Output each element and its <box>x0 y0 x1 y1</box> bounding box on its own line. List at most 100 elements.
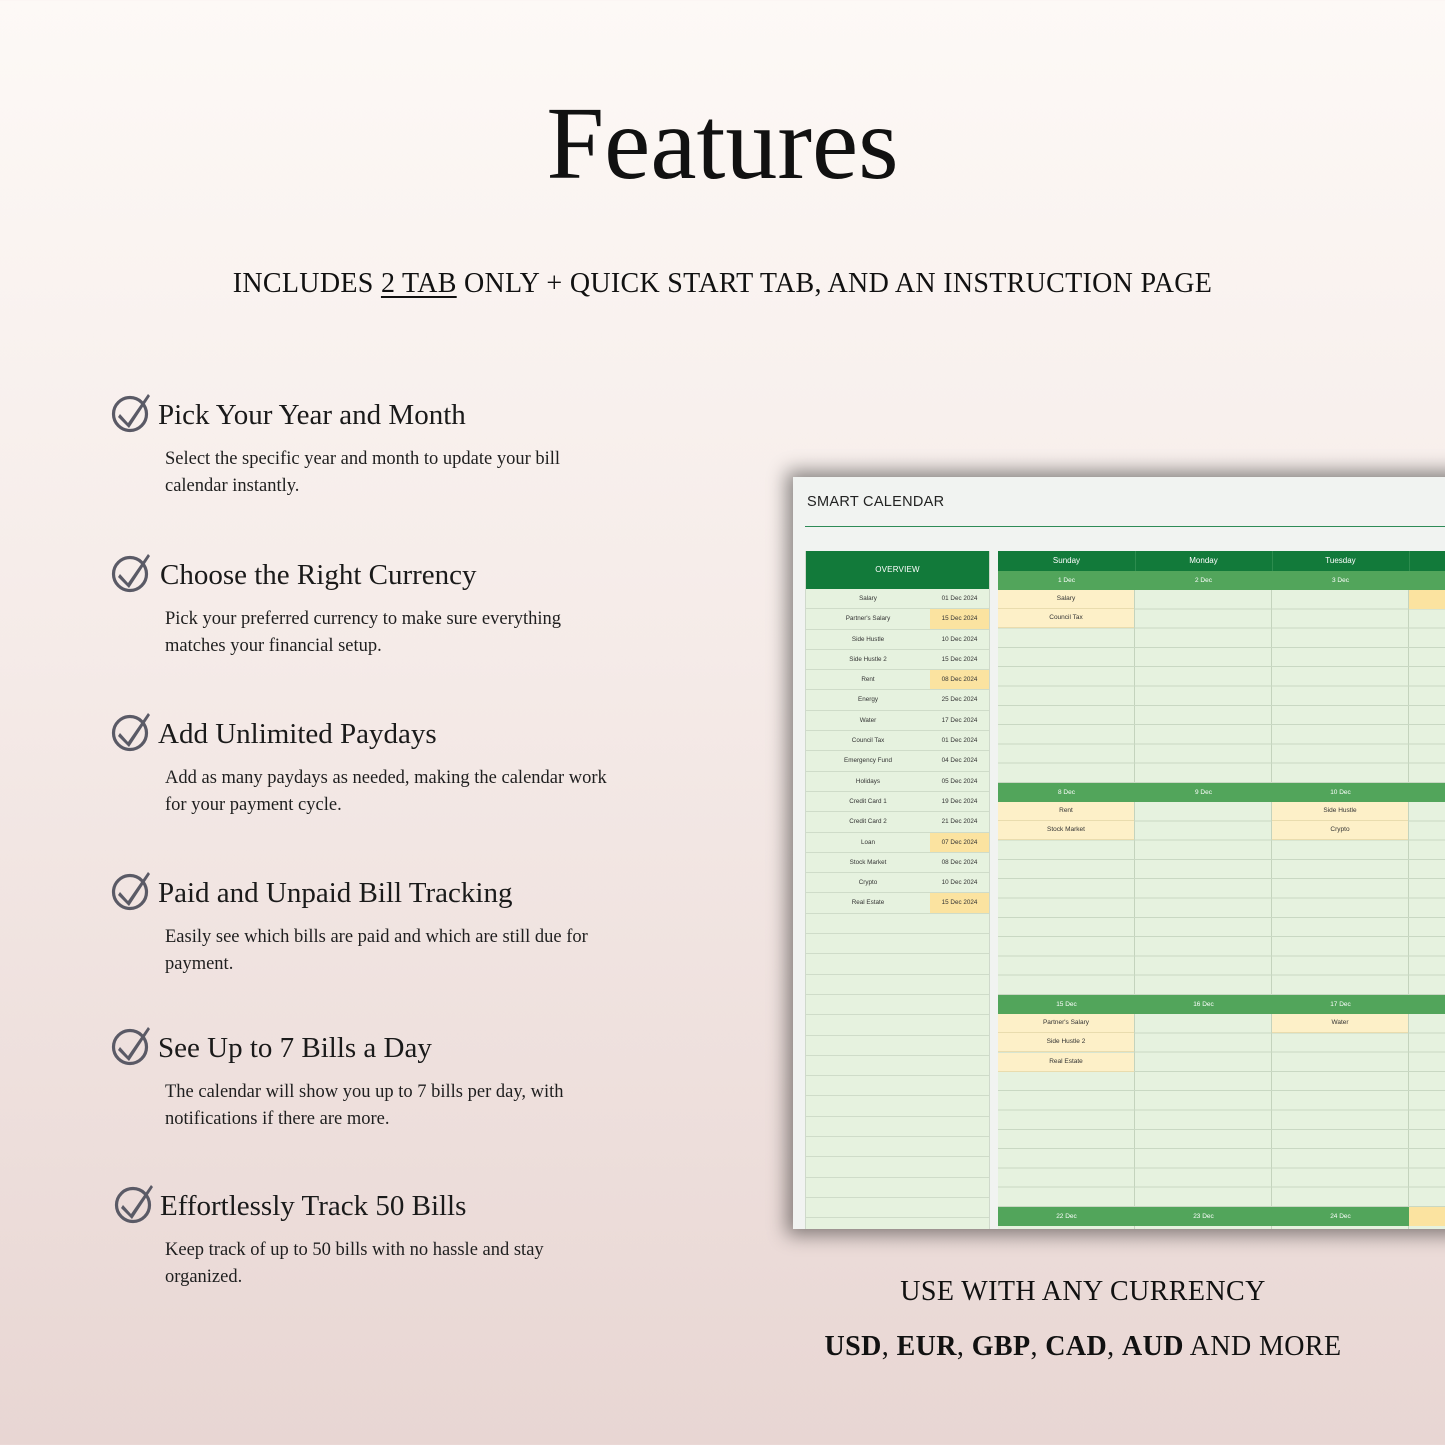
overview-row: Partner's Salary 15 Dec 2024 <box>806 609 989 630</box>
check-mark-icon <box>111 872 150 911</box>
overview-empty-row <box>806 1198 989 1219</box>
currency-codes: USD, EUR, GBP, CAD, AUD AND MORE <box>793 1331 1373 1363</box>
overview-bill-name: Side Hustle <box>851 635 885 643</box>
overview-bill-date: 04 Dec 2024 <box>941 757 978 765</box>
feature-item: See Up to 7 Bills a Day The calendar wil… <box>110 1027 630 1133</box>
overview-row: Holidays 05 Dec 2024 <box>806 772 989 792</box>
page-subtitle: INCLUDES 2 TAB ONLY + QUICK START TAB, A… <box>0 268 1445 300</box>
overview-row: Council Tax 01 Dec 2024 <box>806 731 989 752</box>
overview-row: Side Hustle 2 15 Dec 2024 <box>806 650 989 671</box>
overview-bill-date: 15 Dec 2024 <box>930 609 989 629</box>
currency-code: USD <box>824 1331 882 1362</box>
overview-empty-row <box>806 975 989 995</box>
date-cell: 17 Dec <box>1330 1001 1351 1008</box>
date-cell: 1 Dec <box>1058 577 1075 584</box>
date-cell: 22 Dec <box>1056 1213 1077 1220</box>
check-mark-icon <box>114 1185 153 1224</box>
partial-column-highlight <box>1409 1207 1445 1226</box>
feature-heading: Add Unlimited Paydays <box>158 718 437 750</box>
overview-bill-name: Salary <box>859 595 877 602</box>
date-band: 22 Dec 23 Dec 24 Dec <box>998 1207 1445 1226</box>
feature-item: Effortlessly Track 50 Bills Keep track o… <box>110 1185 630 1291</box>
check-mark-icon <box>111 554 150 593</box>
overview-bill-date: 08 Dec 2024 <box>930 670 989 690</box>
check-mark-icon <box>111 1027 150 1066</box>
overview-bill-name: Energy <box>858 696 878 704</box>
overview-row: Emergency Fund 04 Dec 2024 <box>806 751 989 772</box>
page-title: Features <box>546 86 899 201</box>
overview-bill-name: Emergency Fund <box>844 757 892 765</box>
date-cell: 9 Dec <box>1195 789 1212 796</box>
overview-row: Water 17 Dec 2024 <box>806 711 989 732</box>
feature-item: Pick Your Year and Month Select the spec… <box>110 394 630 500</box>
overview-empty-row <box>806 954 989 975</box>
weekday-header: Sunday Monday Tuesday <box>998 551 1445 571</box>
feature-description: Add as many paydays as needed, making th… <box>165 768 607 815</box>
overview-bill-name: Real Estate <box>851 899 885 907</box>
overview-bill-name: Council Tax <box>851 737 885 745</box>
overview-row: Side Hustle 10 Dec 2024 <box>806 630 989 650</box>
calendar-rows <box>998 1226 1445 1229</box>
feature-description: Easily see which bills are paid and whic… <box>165 927 588 974</box>
date-cell: 24 Dec <box>1330 1213 1351 1220</box>
overview-row: Crypto 10 Dec 2024 <box>806 873 989 894</box>
overview-row: Loan 07 Dec 2024 <box>806 832 989 853</box>
overview-rows: Salary 01 Dec 2024 Partner's Salary 15 Dec … <box>806 589 989 1229</box>
date-cell: 8 Dec <box>1058 789 1075 796</box>
calendar-grid: Sunday Monday Tuesday 1 Dec 2 Dec 3 Dec Salar… <box>998 551 1445 1229</box>
overview-row: Stock Market 08 Dec 2024 <box>806 853 989 874</box>
currency-code: CAD <box>1045 1331 1108 1362</box>
currency-suffix: AND MORE <box>1183 1331 1342 1362</box>
date-band: 15 Dec 16 Dec 17 Dec <box>998 995 1445 1014</box>
overview-row: Credit Card 2 21 Dec 2024 <box>806 812 989 833</box>
feature-description: The calendar will show you up to 7 bills… <box>165 1082 564 1129</box>
overview-bill-name: Credit Card 2 <box>849 818 887 826</box>
feature-description: Select the specific year and month to up… <box>165 449 561 496</box>
subtitle-underlined: 2 TAB <box>380 268 457 299</box>
calendar-bill: Stock Market <box>998 821 1134 841</box>
overview-bill-name: Stock Market <box>849 858 887 866</box>
overview-empty-row <box>806 1117 989 1138</box>
calendar-bill: Side Hustle 2 <box>998 1033 1134 1053</box>
overview-bill-date: 15 Dec 2024 <box>941 655 978 663</box>
feature-item: Add Unlimited Paydays Add as many payday… <box>110 713 630 819</box>
overview-row: Credit Card 1 19 Dec 2024 <box>806 792 989 813</box>
overview-bill-name: Holidays <box>855 777 881 785</box>
date-cell: 2 Dec <box>1195 577 1212 584</box>
subtitle-suffix: ONLY + QUICK START TAB, AND AN INSTRUCTI… <box>456 268 1213 299</box>
currency-separator: , <box>956 1331 972 1362</box>
calendar-bill: Crypto <box>1272 821 1408 841</box>
overview-empty-row <box>806 1178 989 1198</box>
calendar-bill: Real Estate <box>998 1052 1134 1072</box>
currency-separator: , <box>881 1331 897 1362</box>
calendar-bill: Council Tax <box>998 609 1134 629</box>
overview-row: Real Estate 15 Dec 2024 <box>806 893 989 914</box>
check-mark-icon <box>111 713 150 752</box>
feature-heading: Paid and Unpaid Bill Tracking <box>158 877 513 909</box>
date-cell: 10 Dec <box>1330 789 1351 796</box>
date-band: 8 Dec 9 Dec 10 Dec <box>998 783 1445 802</box>
overview-bill-date: 01 Dec 2024 <box>941 737 978 745</box>
check-mark-icon <box>111 394 150 433</box>
overview-empty-row <box>806 1056 989 1077</box>
spreadsheet-preview: SMART CALENDAR OVERVIEW Salary 01 Dec 202… <box>793 477 1445 1229</box>
overview-bill-name: Credit Card 1 <box>849 797 887 805</box>
overview-empty-row <box>806 1218 989 1229</box>
overview-row: Salary 01 Dec 2024 <box>806 589 989 610</box>
overview-empty-row <box>806 995 989 1016</box>
feature-item: Choose the Right Currency Pick your pref… <box>110 554 630 660</box>
overview-empty-row <box>806 914 989 935</box>
overview-bill-name: Partner's Salary <box>845 615 891 623</box>
overview-bill-date: 25 Dec 2024 <box>941 696 978 704</box>
overview-bill-date: 08 Dec 2024 <box>941 858 978 866</box>
overview-bill-name: Loan <box>860 838 875 846</box>
feature-heading: Choose the Right Currency <box>160 559 477 591</box>
overview-bill-name: Crypto <box>858 879 878 887</box>
overview-bill-date: 17 Dec 2024 <box>941 716 978 724</box>
date-band: 1 Dec 2 Dec 3 Dec <box>998 571 1445 590</box>
calendar-bill: Water <box>1272 1014 1408 1033</box>
sheet-title: SMART CALENDAR <box>807 494 945 510</box>
overview-empty-row <box>806 1076 989 1097</box>
overview-bill-date: 07 Dec 2024 <box>930 832 989 852</box>
calendar-bill: Side Hustle <box>1272 802 1408 821</box>
